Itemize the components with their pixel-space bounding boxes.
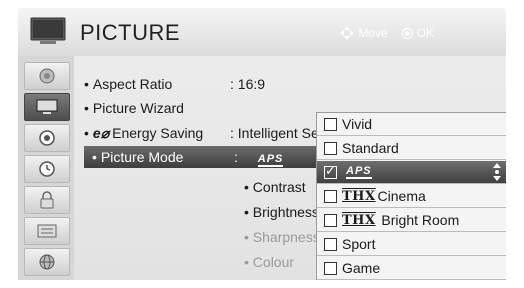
checkbox[interactable] — [324, 189, 337, 203]
ok-hint-label: OK — [416, 26, 434, 40]
clock-icon — [39, 161, 55, 177]
menu-item-label: Energy Saving — [112, 125, 204, 141]
lock-icon — [40, 191, 54, 209]
menu-item-value: : Intelligent Se — [230, 125, 319, 141]
move-arrows-icon — [340, 26, 355, 40]
menu-item-value: : APS — [234, 149, 284, 167]
sub-item-colour[interactable]: • Colour — [244, 254, 294, 270]
navigation-hint: Move OK — [340, 26, 444, 40]
option-vivid[interactable]: Vivid — [317, 113, 506, 136]
ok-button-icon — [401, 27, 413, 39]
checkbox[interactable] — [324, 261, 337, 275]
sidebar-item-lock[interactable] — [24, 186, 70, 214]
option-thx-cinema[interactable]: THX Cinema — [317, 185, 506, 208]
option-aps[interactable]: APS — [317, 161, 506, 184]
picture-mode-dropdown: Vivid Standard APS THX Cinema THX Bright… — [316, 112, 506, 280]
menu-item-label: Picture Wizard — [92, 100, 184, 116]
thx-logo: THX — [342, 212, 376, 228]
sidebar-item-channels[interactable] — [24, 62, 70, 90]
menu-item-picture-wizard[interactable]: • Picture Wizard — [84, 97, 184, 119]
sidebar-item-audio[interactable] — [24, 124, 70, 152]
sub-item-sharpness[interactable]: • Sharpness — [244, 229, 320, 245]
page-title: PICTURE — [80, 20, 181, 45]
menu-item-label: Picture Mode — [100, 149, 184, 165]
tv-icon — [30, 17, 66, 44]
keyboard-icon — [37, 224, 57, 238]
globe-icon — [39, 254, 55, 270]
scroll-arrows-icon — [493, 163, 501, 181]
sidebar-item-options[interactable] — [24, 217, 70, 245]
sidebar-item-picture[interactable] — [24, 93, 70, 121]
option-game[interactable]: Game — [317, 257, 506, 280]
energy-saving-logo: e⌀ — [92, 124, 110, 141]
sidebar-item-network[interactable] — [24, 248, 70, 276]
sub-item-brightness[interactable]: • Brightness — [244, 204, 319, 220]
sub-item-contrast[interactable]: • Contrast — [244, 179, 306, 195]
checkbox[interactable] — [324, 117, 337, 131]
option-sport[interactable]: Sport — [317, 233, 506, 256]
sidebar-item-time[interactable] — [24, 155, 70, 183]
option-standard[interactable]: Standard — [317, 137, 506, 160]
checkbox[interactable] — [324, 141, 337, 155]
header-bar: PICTURE Move OK — [18, 8, 506, 57]
sidebar — [18, 56, 75, 280]
menu-item-picture-mode[interactable]: • Picture Mode : APS — [84, 146, 322, 168]
menu-item-energy-saving[interactable]: • e⌀ Energy Saving : Intelligent Se — [84, 122, 319, 144]
menu-item-aspect-ratio[interactable]: • Aspect Ratio : 16:9 — [84, 73, 265, 95]
checkbox[interactable] — [324, 237, 337, 251]
option-thx-bright-room[interactable]: THX Bright Room — [317, 209, 506, 232]
satellite-dish-icon — [39, 68, 55, 84]
speaker-icon — [39, 130, 55, 146]
settings-window: PICTURE Move OK • Aspect Ratio: 16:9 • … — [18, 8, 506, 280]
move-hint-label: Move — [358, 26, 388, 40]
checkbox-checked[interactable] — [324, 163, 337, 179]
aps-logo: APS — [257, 153, 284, 167]
aps-logo: APS — [346, 164, 372, 179]
thx-logo: THX — [342, 188, 376, 204]
checkbox[interactable] — [324, 213, 337, 227]
menu-item-label: Aspect Ratio — [92, 76, 173, 92]
menu-item-value: : 16:9 — [230, 76, 266, 92]
tv-icon — [36, 99, 58, 114]
